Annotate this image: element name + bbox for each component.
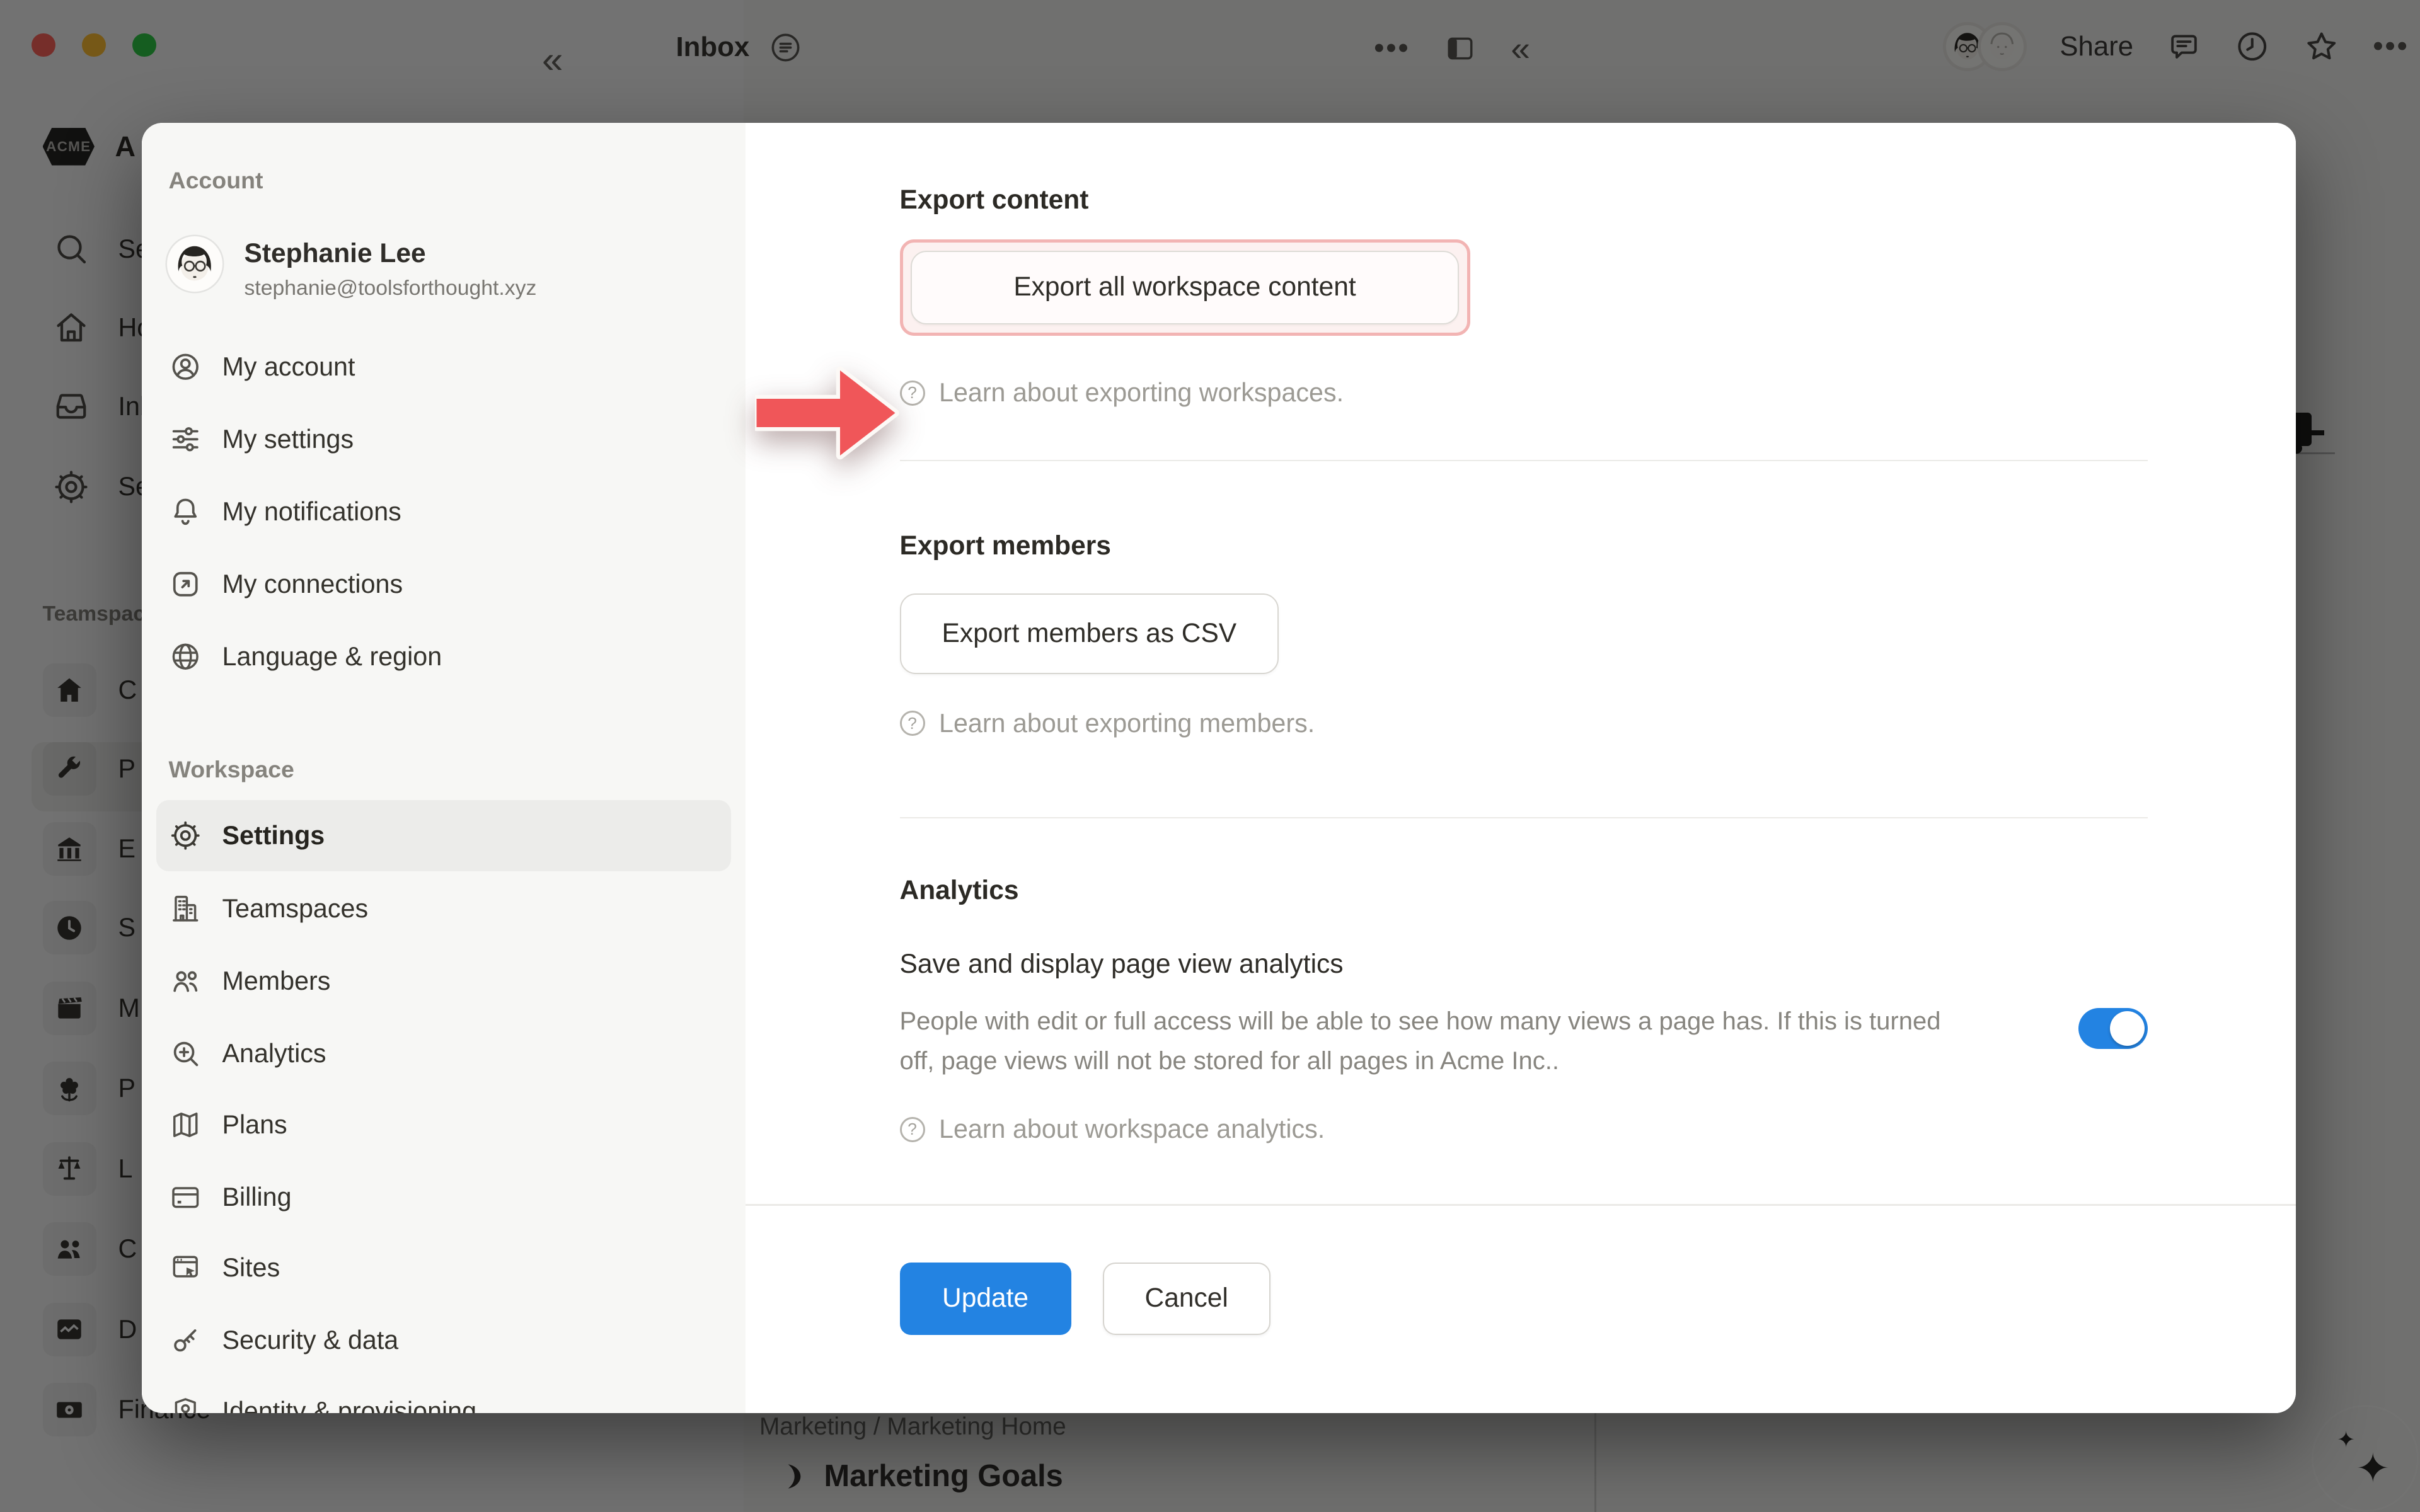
update-button[interactable]: Update [900, 1263, 1071, 1335]
screenshot-stage: « Inbox ••• « Share [0, 0, 2420, 1512]
sidebar-item-analytics[interactable]: Analytics [142, 1017, 746, 1090]
question-circle-icon: ? [900, 711, 925, 736]
toggle-knob [2110, 1011, 2145, 1046]
members-icon [169, 965, 202, 998]
key-icon [169, 1324, 202, 1357]
sliders-icon [169, 423, 202, 456]
section-divider [900, 817, 2148, 819]
question-circle-icon: ? [900, 381, 925, 406]
analytics-description: People with edit or full access will be … [900, 1002, 1965, 1082]
globe-icon [169, 640, 202, 673]
analytics-heading: Analytics [900, 875, 2148, 907]
gear-icon [169, 819, 202, 852]
sidebar-item-sites[interactable]: Sites [142, 1232, 746, 1304]
settings-content: Export content Export all workspace cont… [746, 123, 2296, 1413]
export-all-workspace-content-button[interactable]: Export all workspace content [911, 251, 1459, 325]
map-icon [169, 1108, 202, 1142]
export-members-help-link[interactable]: ? Learn about exporting members. [900, 709, 2148, 738]
section-divider [900, 460, 2148, 462]
sidebar-item-identity-provisioning[interactable]: Identity & provisioning [142, 1375, 746, 1413]
sidebar-item-my-settings[interactable]: My settings [142, 403, 746, 476]
annotation-highlight-box: Export all workspace content [900, 239, 1470, 336]
annotation-arrow-icon [755, 364, 900, 462]
sidebar-item-plans[interactable]: Plans [142, 1089, 746, 1161]
question-circle-icon: ? [900, 1117, 925, 1142]
user-email: stephanie@toolsforthought.xyz [245, 276, 537, 301]
user-name: Stephanie Lee [245, 238, 537, 270]
cancel-button[interactable]: Cancel [1103, 1263, 1270, 1335]
export-members-heading: Export members [900, 530, 2148, 562]
modal-footer: Update Cancel [900, 1263, 2148, 1335]
connections-icon [169, 568, 202, 601]
settings-modal: Account Stephanie Lee stephanie@toolsfor… [142, 123, 2296, 1413]
footer-divider [746, 1204, 2296, 1206]
analytics-setting-label: Save and display page view analytics [900, 949, 2148, 980]
export-members-csv-button[interactable]: Export members as CSV [900, 593, 1279, 674]
sidebar-item-teamspaces[interactable]: Teamspaces [142, 873, 746, 945]
user-avatar [167, 236, 222, 292]
workspace-section-label: Workspace [169, 756, 294, 783]
account-user-row[interactable]: Stephanie Lee stephanie@toolsforthought.… [167, 236, 536, 301]
sidebar-item-members[interactable]: Members [142, 945, 746, 1017]
analytics-icon [169, 1037, 202, 1070]
export-workspaces-help-link[interactable]: ? Learn about exporting workspaces. [900, 378, 2148, 408]
sidebar-item-security-data[interactable]: Security & data [142, 1304, 746, 1377]
bell-icon [169, 495, 202, 529]
identity-icon [169, 1395, 202, 1413]
export-content-heading: Export content [900, 185, 2148, 216]
workspace-analytics-help-link[interactable]: ? Learn about workspace analytics. [900, 1114, 2148, 1144]
sidebar-item-my-notifications[interactable]: My notifications [142, 476, 746, 548]
teamspaces-icon [169, 892, 202, 925]
sidebar-item-settings[interactable]: Settings [156, 800, 732, 871]
account-section-label: Account [169, 167, 263, 194]
analytics-setting-row: People with edit or full access will be … [900, 1002, 2148, 1082]
analytics-toggle[interactable] [2078, 1008, 2148, 1049]
sidebar-item-my-account[interactable]: My account [142, 331, 746, 403]
sidebar-item-my-connections[interactable]: My connections [142, 548, 746, 621]
sites-icon [169, 1251, 202, 1285]
sidebar-item-language-region[interactable]: Language & region [142, 621, 746, 693]
billing-icon [169, 1181, 202, 1214]
settings-sidebar: Account Stephanie Lee stephanie@toolsfor… [142, 123, 746, 1413]
person-circle-icon [169, 350, 202, 384]
sidebar-item-billing[interactable]: Billing [142, 1161, 746, 1234]
